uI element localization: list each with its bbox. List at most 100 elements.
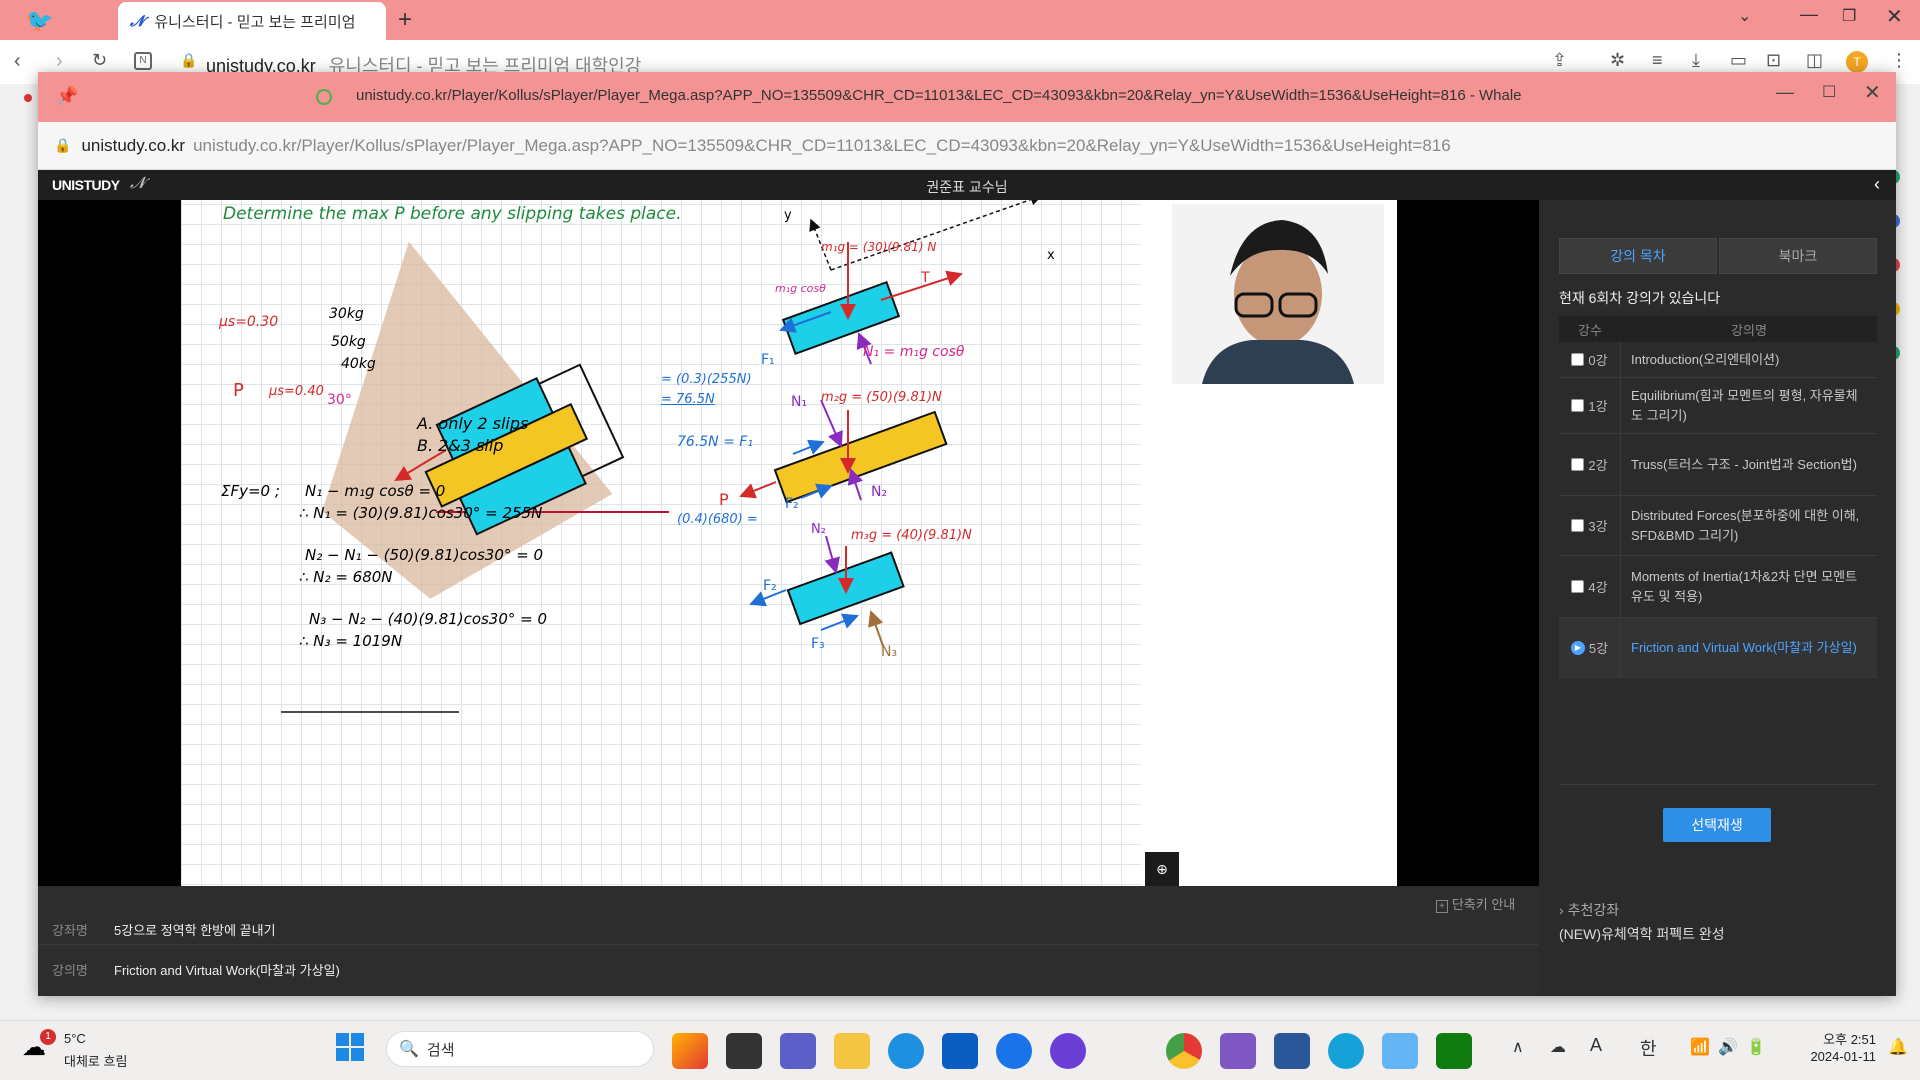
store-icon[interactable]	[942, 1033, 978, 1069]
p-label: P	[233, 380, 244, 401]
popup-lock-icon: 🔒	[54, 137, 72, 153]
eq2-result: ∴ N₂ = 680N	[299, 568, 393, 586]
word-icon[interactable]	[1274, 1033, 1310, 1069]
reading-list-icon[interactable]: ≡	[1652, 50, 1663, 71]
chrome-icon[interactable]	[1166, 1033, 1202, 1069]
popup-title-bar: 📌 unistudy.co.kr/Player/Kollus/sPlayer/P…	[38, 72, 1896, 122]
lesson-checkbox[interactable]	[1571, 580, 1585, 593]
secure-circle-icon	[316, 89, 332, 105]
popup-maximize-button[interactable]: ☐	[1822, 82, 1836, 102]
battery-icon[interactable]: 🔋	[1746, 1037, 1766, 1057]
zoom-icon[interactable]: ⊕	[1145, 852, 1179, 886]
restore-button[interactable]: ❐	[1842, 6, 1856, 26]
taskbar-search-box[interactable]: 🔍 검색	[386, 1031, 654, 1067]
new-tab-button[interactable]: +	[398, 6, 412, 34]
xbox-icon[interactable]	[1436, 1033, 1472, 1069]
wifi-icon[interactable]: 📶	[1690, 1037, 1710, 1057]
collapse-panel-chevron-icon[interactable]: ‹	[1874, 174, 1880, 195]
whale-browser-icon[interactable]	[1328, 1033, 1364, 1069]
visual-studio-icon[interactable]	[1220, 1033, 1256, 1069]
video-area[interactable]: Determine the max P before any slipping …	[38, 200, 1539, 886]
ime-korean[interactable]: 한	[1640, 1035, 1657, 1061]
popup-title-url: unistudy.co.kr/Player/Kollus/sPlayer/Pla…	[356, 87, 1522, 104]
teams-icon[interactable]	[780, 1033, 816, 1069]
fbd2-mg: m₂g = (50)(9.81)N	[821, 390, 942, 405]
popup-address-bar: 🔒 unistudy.co.kr unistudy.co.kr/Player/K…	[38, 122, 1896, 170]
lesson-row[interactable]: 0강 Introduction(오리엔테이션)	[1559, 342, 1877, 378]
fbd3-f2: F₂	[763, 578, 777, 594]
tab-toc[interactable]: 강의 목차	[1559, 238, 1717, 274]
lesson-row[interactable]: 1강 Equilibrium(힘과 모멘트의 평형, 자유물체도 그리기)	[1559, 378, 1877, 434]
notification-bell-icon[interactable]: 🔔	[1888, 1037, 1908, 1057]
browser-tab-active[interactable]: 𝓝 유니스터디 - 믿고 보는 프리미엄	[118, 2, 386, 40]
extensions-icon[interactable]: ✲	[1610, 50, 1625, 71]
edge-icon[interactable]	[888, 1033, 924, 1069]
fbd3-n2: N₂	[811, 522, 826, 537]
popup-close-button[interactable]: ✕	[1864, 80, 1881, 105]
shortcut-guide-link[interactable]: + 단축키 안내	[1436, 894, 1515, 913]
volume-icon[interactable]: 🔊	[1718, 1037, 1738, 1057]
tab-list-chevron-icon[interactable]: ⌄	[1738, 6, 1751, 26]
lesson-checkbox[interactable]	[1571, 519, 1585, 532]
f1-value: 76.5N = F₁	[677, 434, 753, 450]
fbd1-normal: N₁ = m₁g cosθ	[863, 344, 965, 360]
shortcut-label: 단축키 안내	[1451, 897, 1516, 912]
sidebar-toggle-icon[interactable]: ◫	[1806, 50, 1823, 71]
lesson-row[interactable]: 2강 Truss(트러스 구조 - Joint법과 Section법)	[1559, 434, 1877, 496]
lesson-name: Equilibrium(힘과 모멘트의 평형, 자유물체도 그리기)	[1631, 387, 1858, 423]
clock-date[interactable]: 2024-01-11	[1786, 1049, 1876, 1064]
windows-start-icon[interactable]	[336, 1033, 364, 1061]
share-icon[interactable]: ⇪	[1552, 50, 1567, 71]
n-icon[interactable]: N	[134, 52, 152, 70]
clock-time[interactable]: 오후 2:51	[1786, 1029, 1876, 1048]
lesson-num: 2강	[1588, 458, 1608, 473]
course-label: 강좌명	[52, 923, 88, 938]
download-icon[interactable]: ⤓	[1692, 50, 1700, 71]
weather-desc: 대체로 흐림	[64, 1054, 128, 1069]
task-view-icon[interactable]	[726, 1033, 762, 1069]
pip-icon[interactable]: ▭	[1730, 50, 1747, 71]
app-icon-c[interactable]	[996, 1033, 1032, 1069]
lesson-checkbox[interactable]	[1571, 458, 1585, 471]
fbd2-n2: N₂	[871, 484, 888, 500]
plus-icon: +	[1436, 900, 1448, 913]
lesson-row-active[interactable]: ▶ 5강 Friction and Virtual Work(마찰과 가상일)	[1559, 618, 1877, 678]
selected-play-button[interactable]: 선택재생	[1663, 808, 1771, 842]
lesson-row[interactable]: 4강 Moments of Inertia(1차&2차 단면 모멘트 유도 및 …	[1559, 556, 1877, 618]
fbd1-tension: T	[921, 270, 930, 286]
lecture-sidebar: 강의 목차 북마크 현재 6회차 강의가 있습니다 강수 강의명 0강 Intr…	[1539, 200, 1896, 886]
forward-icon[interactable]: ›	[56, 50, 63, 73]
recommended-courses: › 추천강좌 (NEW)유체역학 퍼펙트 완성	[1539, 886, 1896, 996]
block3-label: 40kg	[341, 356, 376, 372]
close-button[interactable]: ✕	[1886, 4, 1903, 29]
lesson-checkbox[interactable]	[1571, 399, 1585, 412]
reco-item[interactable]: (NEW)유체역학 퍼펙트 완성	[1559, 924, 1725, 944]
menu-kebab-icon[interactable]: ⋮	[1890, 50, 1908, 71]
file-explorer-icon[interactable]	[834, 1033, 870, 1069]
tray-chevron-icon[interactable]: ∧	[1512, 1037, 1524, 1057]
ime-mode-icon[interactable]: A	[1590, 1035, 1602, 1056]
lesson-row[interactable]: 3강 Distributed Forces(분포하중에 대한 이해, SFD&B…	[1559, 496, 1877, 556]
app-icon-pinwheel[interactable]	[1382, 1033, 1418, 1069]
video-player: UNISTUDY 𝓝 권준표 교수님 ‹ Determine the max P…	[38, 170, 1896, 996]
minimize-button[interactable]: —	[1800, 4, 1818, 25]
popup-url-full: unistudy.co.kr/Player/Kollus/sPlayer/Pla…	[193, 135, 1451, 155]
popup-url-domain: unistudy.co.kr	[81, 135, 186, 155]
capture-icon[interactable]: ⊡	[1766, 50, 1781, 71]
pin-icon[interactable]: 📌	[56, 86, 78, 107]
eq2: N₂ − N₁ − (50)(9.81)cos30° = 0	[305, 546, 544, 564]
lesson-num: 4강	[1588, 580, 1608, 595]
popup-minimize-button[interactable]: —	[1776, 82, 1794, 103]
tray-app-icon[interactable]: ☁	[1550, 1037, 1566, 1057]
eq1-result: ∴ N₁ = (30)(9.81)cos30° = 255N	[299, 504, 543, 522]
search-placeholder: 검색	[426, 1041, 455, 1059]
back-icon[interactable]: ‹	[14, 50, 21, 73]
professor-name: 권준표 교수님	[926, 179, 1008, 195]
app-icon-pre[interactable]	[672, 1033, 708, 1069]
lesson-name: Distributed Forces(분포하중에 대한 이해, SFD&BMD …	[1631, 507, 1860, 543]
tab-bookmark[interactable]: 북마크	[1719, 238, 1877, 274]
profile-avatar[interactable]: T	[1846, 51, 1868, 73]
lesson-checkbox[interactable]	[1571, 353, 1585, 366]
app-icon-arrow[interactable]	[1050, 1033, 1086, 1069]
reload-icon[interactable]: ↻	[92, 50, 107, 71]
